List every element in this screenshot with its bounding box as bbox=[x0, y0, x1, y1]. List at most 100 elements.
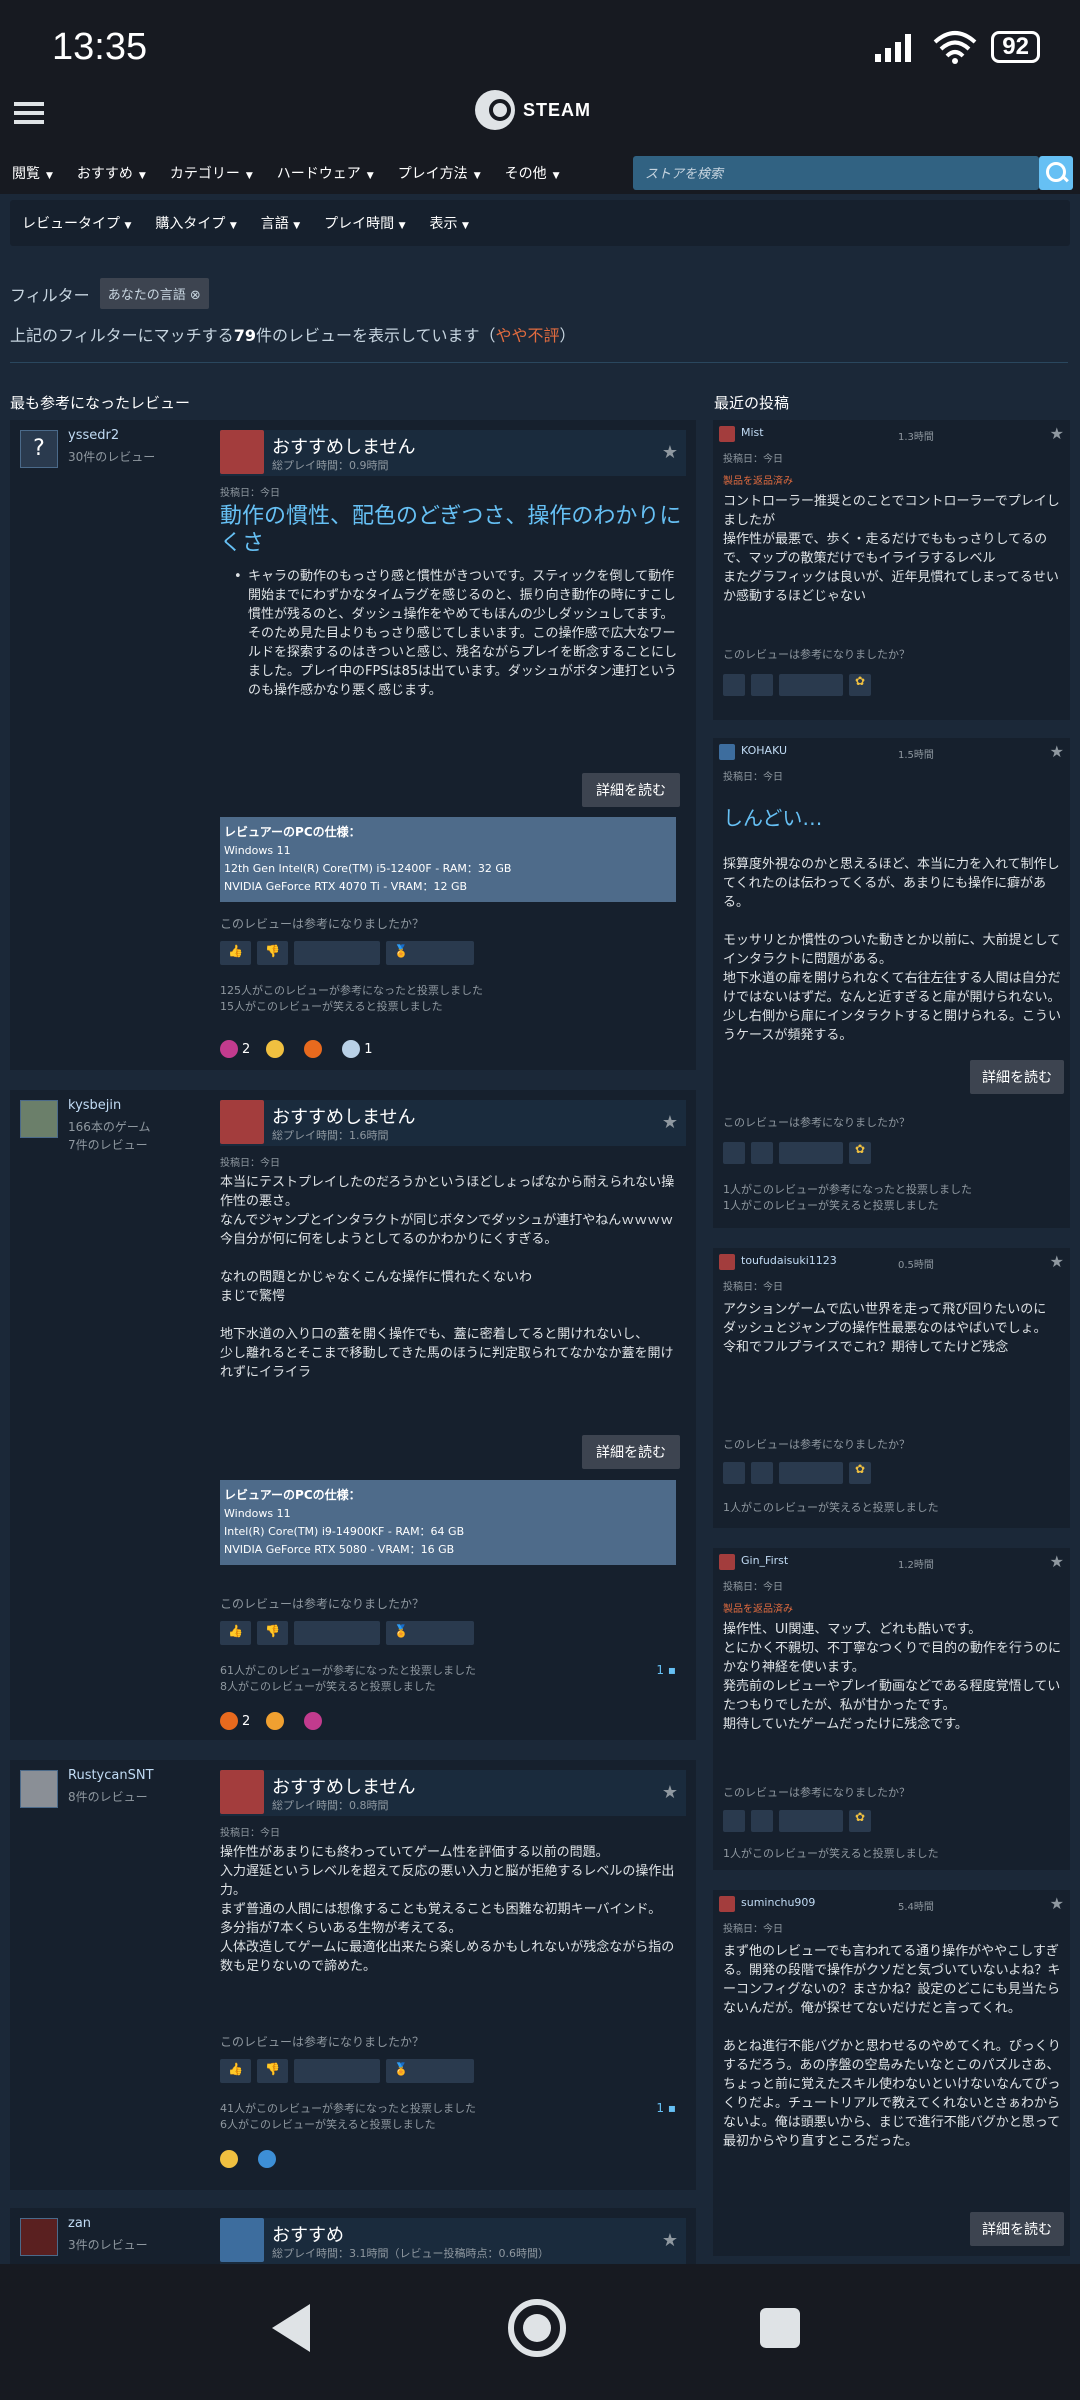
reviewer-review-count[interactable]: 30件のレビュー bbox=[68, 448, 155, 466]
chevron-down-icon: ▼ bbox=[124, 221, 132, 231]
vote-funny-button[interactable] bbox=[293, 941, 380, 965]
match-count: 79 bbox=[233, 326, 256, 345]
vote-yes-button[interactable] bbox=[723, 674, 745, 696]
review-text: アクションゲームで広い世界を走って飛び回りたいのに ダッシュとジャンプの操作性最… bbox=[723, 1302, 1047, 1355]
reviewer-review-count[interactable]: 8件のレビュー bbox=[68, 1788, 148, 1806]
filter-display[interactable]: 表示 ▼ bbox=[430, 213, 469, 233]
star-icon[interactable]: ★ bbox=[662, 1782, 678, 1803]
review-stats: 1人がこのレビューが笑えると投票しました bbox=[723, 1847, 939, 1860]
review-date: 投稿日：今日 bbox=[723, 772, 783, 783]
review-verdict[interactable]: おすすめしません 総プレイ時間：0.8時間 ★ bbox=[220, 1770, 686, 1816]
reviewer-name[interactable]: KOHAKU bbox=[741, 744, 787, 757]
avatar[interactable] bbox=[20, 1770, 58, 1808]
vote-yes-button[interactable]: 👍 bbox=[220, 1621, 251, 1645]
vote-funny-button[interactable] bbox=[779, 1810, 843, 1832]
vote-no-button[interactable] bbox=[751, 1810, 773, 1832]
read-more-button[interactable]: 詳細を読む bbox=[582, 1435, 680, 1469]
reviewer-name[interactable]: suminchu909 bbox=[741, 1896, 815, 1909]
vote-no-button[interactable]: 👎 bbox=[256, 941, 288, 965]
star-icon[interactable]: ★ bbox=[662, 1112, 678, 1133]
reviewer-name[interactable]: kysbejin bbox=[68, 1098, 121, 1113]
hamburger-menu-icon[interactable] bbox=[14, 102, 44, 124]
review-verdict[interactable]: おすすめしません 総プレイ時間：0.9時間 ★ bbox=[220, 430, 686, 476]
recent-review-card: Mist 1.3時間 ★ 投稿日：今日 製品を返品済み コントローラー推奨とのこ… bbox=[713, 420, 1070, 720]
vote-yes-button[interactable]: 👍 bbox=[220, 2059, 251, 2083]
vote-yes-button[interactable]: 👍 bbox=[220, 941, 251, 965]
vote-no-button[interactable]: 👎 bbox=[256, 1621, 288, 1645]
award-button[interactable]: ✿ bbox=[849, 1810, 871, 1832]
reviewer-name[interactable]: Mist bbox=[741, 426, 764, 439]
reviewer-name[interactable]: yssedr2 bbox=[68, 428, 119, 443]
vote-funny-button[interactable] bbox=[779, 1142, 843, 1164]
comment-count[interactable]: 1 ▪ bbox=[656, 2101, 676, 2115]
status-icons: 92 bbox=[875, 30, 1040, 64]
nav-recommended[interactable]: おすすめ ▼ bbox=[77, 163, 146, 183]
vote-funny-button[interactable] bbox=[779, 1462, 843, 1484]
reviewer-name[interactable]: toufudaisuki1123 bbox=[741, 1254, 837, 1267]
review-verdict[interactable]: おすすめしません 総プレイ時間：1.6時間 ★ bbox=[220, 1100, 686, 1146]
reviewer-name[interactable]: Gin_First bbox=[741, 1554, 788, 1567]
avatar[interactable] bbox=[20, 1100, 58, 1138]
vote-no-button[interactable] bbox=[751, 1142, 773, 1164]
recent-apps-icon[interactable] bbox=[760, 2308, 800, 2348]
vote-no-button[interactable] bbox=[751, 1462, 773, 1484]
review-stats: 1人がこのレビューが参考になったと投票しました 1人がこのレビューが笑えると投票… bbox=[723, 1183, 972, 1212]
vote-yes-button[interactable] bbox=[723, 1462, 745, 1484]
vote-funny-button[interactable] bbox=[779, 674, 843, 696]
reviewer-game-count[interactable]: 166本のゲーム 7件のレビュー bbox=[68, 1118, 151, 1154]
review-stats: 125人がこのレビューが参考になったと投票しました 15人がこのレビューが笑える… bbox=[220, 984, 483, 1013]
vote-funny-button[interactable] bbox=[293, 1621, 380, 1645]
back-icon[interactable] bbox=[272, 2304, 310, 2352]
award-button[interactable]: 🏅 bbox=[385, 941, 474, 965]
nav-hardware[interactable]: ハードウェア ▼ bbox=[277, 163, 374, 183]
read-more-button[interactable]: 詳細を読む bbox=[970, 2212, 1064, 2246]
vote-funny-button[interactable] bbox=[293, 2059, 380, 2083]
filter-language[interactable]: 言語 ▼ bbox=[261, 213, 300, 233]
filter-playtime[interactable]: プレイ時間 ▼ bbox=[324, 213, 405, 233]
comment-count[interactable]: 1 ▪ bbox=[656, 1663, 676, 1677]
nav-ways-to-play[interactable]: プレイ方法 ▼ bbox=[398, 163, 481, 183]
reviewer-name[interactable]: zan bbox=[68, 2216, 91, 2231]
reviewer-name[interactable]: RustycanSNT bbox=[68, 1768, 154, 1783]
review-card: ? yssedr2 30件のレビュー おすすめしません 総プレイ時間：0.9時間… bbox=[10, 420, 696, 1070]
match-summary: 上記のフィルターにマッチする79件のレビューを表示しています（やや不評） bbox=[10, 326, 576, 345]
avatar[interactable] bbox=[20, 2218, 58, 2256]
read-more-button[interactable]: 詳細を読む bbox=[582, 773, 680, 807]
search-button[interactable] bbox=[1039, 156, 1073, 190]
steam-logo[interactable]: STEAM bbox=[475, 90, 591, 130]
close-icon: ⊗ bbox=[189, 288, 201, 303]
star-icon[interactable]: ★ bbox=[1050, 424, 1064, 443]
chevron-down-icon: ▼ bbox=[245, 171, 253, 181]
chevron-down-icon: ▼ bbox=[46, 171, 53, 181]
nav-categories[interactable]: カテゴリー ▼ bbox=[170, 163, 253, 183]
home-icon[interactable] bbox=[508, 2299, 566, 2357]
reviewer-review-count[interactable]: 3件のレビュー bbox=[68, 2236, 148, 2254]
android-nav-bar bbox=[0, 2264, 1080, 2400]
vote-no-button[interactable] bbox=[751, 674, 773, 696]
review-verdict[interactable]: おすすめ 総プレイ時間：3.1時間（レビュー投稿時点：0.6時間） ★ bbox=[220, 2218, 686, 2264]
store-search-input[interactable]: ストアを検索 bbox=[633, 156, 1039, 190]
thumbs-down-icon bbox=[719, 426, 735, 442]
award-button[interactable]: 🏅 bbox=[385, 2059, 474, 2083]
star-icon[interactable]: ★ bbox=[1050, 1894, 1064, 1913]
nav-other[interactable]: その他 ▼ bbox=[505, 163, 560, 183]
star-icon[interactable]: ★ bbox=[662, 2230, 678, 2251]
helpful-question: このレビューは参考になりましたか？ bbox=[220, 1597, 425, 1611]
star-icon[interactable]: ★ bbox=[662, 442, 678, 463]
award-button[interactable]: ✿ bbox=[849, 1462, 871, 1484]
star-icon[interactable]: ★ bbox=[1050, 1552, 1064, 1571]
vote-yes-button[interactable] bbox=[723, 1810, 745, 1832]
nav-browse[interactable]: 閲覧 ▼ bbox=[12, 163, 53, 183]
filter-review-type[interactable]: レビュータイプ ▼ bbox=[22, 213, 131, 233]
vote-no-button[interactable]: 👎 bbox=[256, 2059, 288, 2083]
star-icon[interactable]: ★ bbox=[1050, 1252, 1064, 1271]
award-button[interactable]: ✿ bbox=[849, 1142, 871, 1164]
vote-yes-button[interactable] bbox=[723, 1142, 745, 1164]
filter-purchase-type[interactable]: 購入タイプ ▼ bbox=[155, 213, 236, 233]
award-button[interactable]: ✿ bbox=[849, 674, 871, 696]
read-more-button[interactable]: 詳細を読む bbox=[970, 1060, 1064, 1094]
avatar[interactable]: ? bbox=[20, 430, 58, 468]
star-icon[interactable]: ★ bbox=[1050, 742, 1064, 761]
award-button[interactable]: 🏅 bbox=[385, 1621, 474, 1645]
filter-tag-language[interactable]: あなたの言語 ⊗ bbox=[99, 278, 209, 309]
